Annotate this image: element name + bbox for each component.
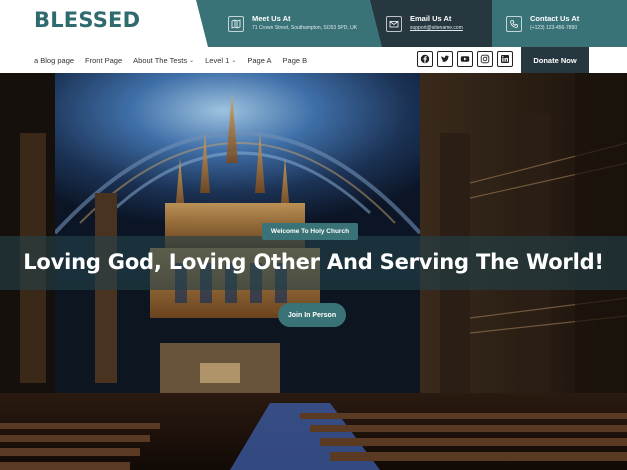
site-logo[interactable]: BLESSED xyxy=(34,8,140,32)
twitter-icon[interactable] xyxy=(437,51,453,67)
hero-section: Welcome To Holy Church Loving God, Lovin… xyxy=(0,73,627,470)
nav-item-label: Level 1 xyxy=(205,55,230,65)
nav-item-blog[interactable]: a Blog page xyxy=(34,56,74,65)
meet-us-address: 71 Crown Street, Southampton, SO53 5PD, … xyxy=(252,25,358,31)
join-in-person-button[interactable]: Join In Person xyxy=(278,303,346,327)
chevron-down-icon: ⌄ xyxy=(189,57,195,64)
meet-us-block: Meet Us At 71 Crown Street, Southampton,… xyxy=(228,0,357,47)
email-us-title: Email Us At xyxy=(410,14,452,23)
welcome-badge: Welcome To Holy Church xyxy=(262,223,358,240)
nav-item-label: Front Page xyxy=(85,55,123,65)
linkedin-icon[interactable] xyxy=(497,51,513,67)
envelope-icon xyxy=(386,15,402,32)
facebook-icon[interactable] xyxy=(417,51,433,67)
donate-button[interactable]: Donate Now xyxy=(521,47,589,73)
nav-item-front-page[interactable]: Front Page xyxy=(85,56,122,65)
social-links xyxy=(417,51,517,67)
main-navigation: a Blog page Front Page About The Tests ⌄ … xyxy=(0,47,627,73)
hero-headline: Loving God, Loving Other And Serving The… xyxy=(23,250,604,274)
nav-menu: a Blog page Front Page About The Tests ⌄ … xyxy=(34,47,318,73)
map-icon xyxy=(228,15,244,32)
youtube-icon[interactable] xyxy=(457,51,473,67)
contact-us-block: Contact Us At (+123) 123-456-7890 xyxy=(506,0,579,47)
nav-item-label: About The Tests xyxy=(133,55,188,65)
contact-us-title: Contact Us At xyxy=(530,14,580,23)
nav-item-page-a[interactable]: Page A xyxy=(247,56,271,65)
nav-item-page-b[interactable]: Page B xyxy=(283,56,308,65)
nav-item-about-the-tests[interactable]: About The Tests ⌄ xyxy=(133,56,194,65)
nav-item-level-1[interactable]: Level 1 ⌄ xyxy=(205,56,236,65)
top-header: BLESSED Meet Us At 71 Crown Street, Sout… xyxy=(0,0,627,47)
phone-icon xyxy=(506,15,522,32)
nav-item-label: a Blog page xyxy=(34,55,75,65)
chevron-down-icon: ⌄ xyxy=(231,57,237,64)
nav-item-label: Page A xyxy=(247,55,272,65)
nav-item-label: Page B xyxy=(282,55,308,65)
meet-us-title: Meet Us At xyxy=(252,14,291,23)
contact-us-phone[interactable]: (+123) 123-456-7890 xyxy=(530,24,579,33)
email-us-link[interactable]: support@sitename.com xyxy=(410,24,463,33)
email-us-block: Email Us At support@sitename.com xyxy=(386,0,463,47)
instagram-icon[interactable] xyxy=(477,51,493,67)
